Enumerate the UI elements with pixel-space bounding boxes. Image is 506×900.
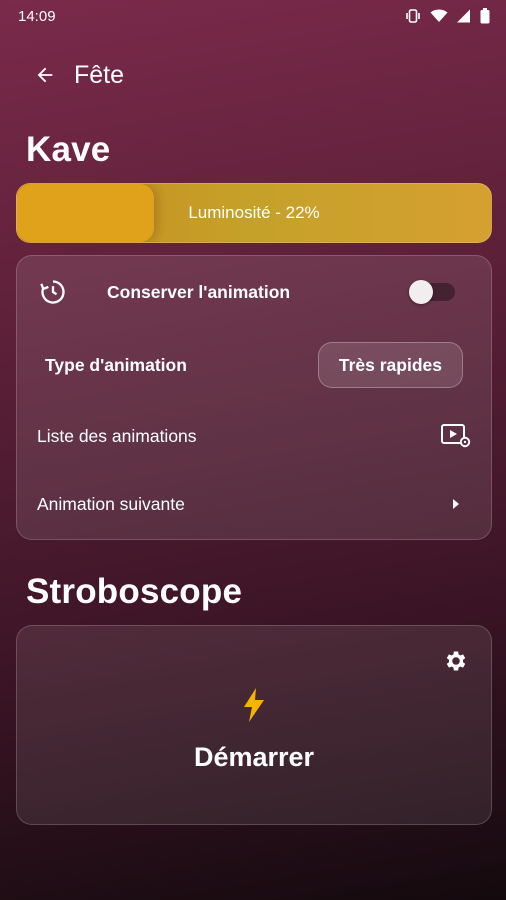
arrow-left-icon [37, 67, 53, 83]
animation-card: Conserver l'animation Type d'animation T… [16, 255, 492, 540]
battery-icon [480, 8, 490, 24]
animation-list-row[interactable]: Liste des animations [17, 416, 491, 456]
status-icons [405, 8, 490, 24]
strobe-start-button[interactable]: Démarrer [17, 626, 491, 824]
status-time: 14:09 [18, 7, 56, 25]
next-animation-row[interactable]: Animation suivante [17, 484, 491, 524]
strobe-title: Stroboscope [26, 572, 243, 611]
brightness-label: Luminosité - 22% [188, 203, 320, 222]
vibrate-icon [405, 9, 421, 23]
animation-type-button[interactable]: Très rapides [317, 342, 463, 388]
history-icon [39, 278, 67, 306]
animation-type-label: Type d'animation [45, 354, 187, 375]
group-title: Kave [26, 130, 111, 169]
toggle-knob [409, 280, 433, 304]
next-animation-label: Animation suivante [37, 493, 185, 514]
animation-list-label: Liste des animations [37, 425, 197, 446]
keep-animation-row: Conserver l'animation [17, 274, 491, 310]
brightness-fill [17, 184, 155, 242]
gear-icon[interactable] [443, 648, 469, 674]
lightning-icon [243, 687, 265, 722]
status-bar: 14:09 [0, 0, 506, 32]
keep-animation-toggle[interactable] [409, 280, 455, 304]
wifi-icon [430, 9, 448, 23]
brightness-slider[interactable]: Luminosité - 22% [16, 183, 492, 243]
signal-icon [457, 9, 471, 23]
animation-type-row: Type d'animation Très rapides [17, 342, 491, 388]
strobe-card: Démarrer [16, 625, 492, 825]
video-settings-icon [441, 423, 471, 449]
chevron-right-icon [451, 497, 461, 511]
page-title: Fête [74, 60, 125, 89]
strobe-start-label: Démarrer [193, 741, 315, 772]
app-bar: Fête [0, 52, 506, 98]
back-button[interactable] [30, 60, 60, 90]
keep-animation-label: Conserver l'animation [107, 281, 291, 302]
